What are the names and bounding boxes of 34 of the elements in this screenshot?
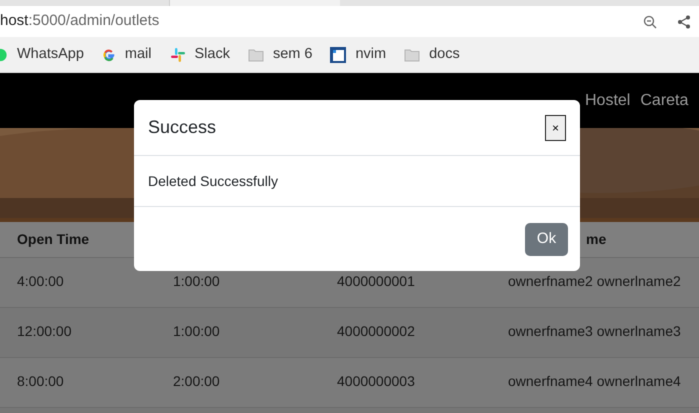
dialog-title: Success	[148, 116, 216, 139]
column-header: me	[586, 230, 606, 246]
bookmark-link[interactable]: WhatsApp	[17, 44, 84, 66]
table-cell: ownerfname2 ownerlname2	[508, 273, 681, 289]
bookmark-link[interactable]: docs	[429, 44, 460, 66]
table-cell: 1:00:00	[173, 273, 220, 289]
bookmark-link[interactable]: nvim	[355, 44, 386, 66]
g-logo-icon	[102, 48, 116, 62]
ok-button[interactable]: Ok	[525, 222, 568, 256]
table-cell: 4000000003	[337, 373, 415, 389]
zoom-out-icon[interactable]	[643, 14, 657, 28]
folder-icon	[248, 48, 264, 62]
folder-icon	[404, 48, 420, 62]
table-cell: 1:00:00	[173, 323, 220, 339]
table-cell: 4:00:00	[17, 273, 64, 289]
table-cell: 12:00:00	[17, 323, 72, 339]
address-bar-url[interactable]: host:5000/admin/outlets	[0, 10, 160, 33]
dialog-message: Deleted Successfully	[148, 172, 278, 191]
table-cell: 4000000001	[337, 273, 415, 289]
table-cell: 8:00:00	[17, 373, 64, 389]
hash-logo-icon	[170, 46, 186, 62]
bookmark-link[interactable]: sem 6	[272, 44, 312, 66]
bookmark-link[interactable]: mail	[124, 44, 152, 66]
table-cell: 4000000002	[337, 323, 415, 339]
square-logo-icon	[330, 46, 346, 62]
nav-link[interactable]: Careta	[640, 88, 688, 112]
share-icon[interactable]	[677, 14, 691, 28]
nav-link[interactable]: Hostel	[585, 88, 630, 112]
table-cell: 2:00:00	[173, 373, 220, 389]
column-header: Open Time	[17, 230, 90, 246]
table-cell: ownerfname3 ownerlname3	[508, 323, 681, 339]
table-cell: ownerfname4 ownerlname4	[508, 373, 681, 389]
bookmark-link[interactable]: Slack	[194, 44, 230, 66]
close-button[interactable]: ×	[545, 114, 566, 140]
